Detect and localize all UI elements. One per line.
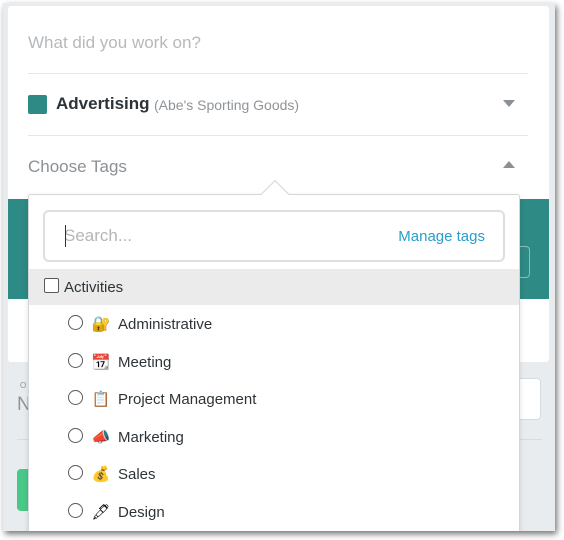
- text-cursor: [65, 225, 66, 247]
- tag-search-input[interactable]: [64, 224, 364, 248]
- pen-icon: 🖋: [91, 502, 111, 521]
- group-label: Activities: [64, 279, 124, 296]
- tag-radio[interactable]: [68, 315, 83, 330]
- megaphone-icon: 📣: [91, 427, 111, 446]
- tags-dropdown: Manage tags Activities 🔐 Administrative …: [28, 179, 520, 531]
- tag-radio[interactable]: [68, 465, 83, 480]
- tag-label: Sales: [118, 466, 156, 483]
- lock-key-icon: 🔐: [91, 315, 111, 333]
- tag-search-box: Manage tags: [43, 210, 505, 262]
- tag-item-project-management[interactable]: 📋 Project Management: [29, 380, 519, 418]
- time-entry-window: What did you work on? Advertising (Abe's…: [3, 3, 555, 531]
- calendar-icon: 📆: [91, 352, 111, 371]
- group-checkbox[interactable]: [44, 278, 59, 293]
- work-description-input[interactable]: What did you work on?: [28, 33, 201, 53]
- tag-label: Project Management: [118, 391, 257, 408]
- tag-item-meeting[interactable]: 📆 Meeting: [29, 343, 519, 381]
- tag-radio[interactable]: [68, 352, 83, 368]
- tag-list: 🔐 Administrative 📆 Meeting 📋 Project Man…: [29, 305, 519, 530]
- divider: [28, 73, 528, 74]
- project-color-swatch: [28, 95, 47, 114]
- tag-label: Meeting: [118, 353, 172, 371]
- tag-radio[interactable]: [68, 502, 83, 518]
- tag-label: Design: [118, 503, 165, 521]
- money-bag-icon: 💰: [91, 465, 111, 483]
- manage-tags-link[interactable]: Manage tags: [398, 228, 485, 245]
- tag-label: Marketing: [118, 428, 184, 446]
- tag-radio[interactable]: [68, 390, 83, 405]
- chevron-up-icon[interactable]: [503, 161, 515, 168]
- chevron-down-icon[interactable]: [503, 100, 515, 107]
- project-client: (Abe's Sporting Goods): [154, 97, 300, 113]
- tag-item-administrative[interactable]: 🔐 Administrative: [29, 305, 519, 343]
- tag-radio[interactable]: [68, 427, 83, 443]
- clipboard-icon: 📋: [91, 390, 111, 408]
- tag-item-design[interactable]: 🖋 Design: [29, 493, 519, 531]
- choose-tags-label: Choose Tags: [28, 157, 127, 176]
- project-name: Advertising: [56, 94, 150, 113]
- tag-item-marketing[interactable]: 📣 Marketing: [29, 418, 519, 456]
- tag-item-sales[interactable]: 💰 Sales: [29, 455, 519, 493]
- background-field-label: O: [20, 381, 27, 390]
- tag-group-activities[interactable]: Activities: [29, 269, 519, 305]
- divider: [28, 135, 528, 136]
- tag-label: Administrative: [118, 316, 213, 333]
